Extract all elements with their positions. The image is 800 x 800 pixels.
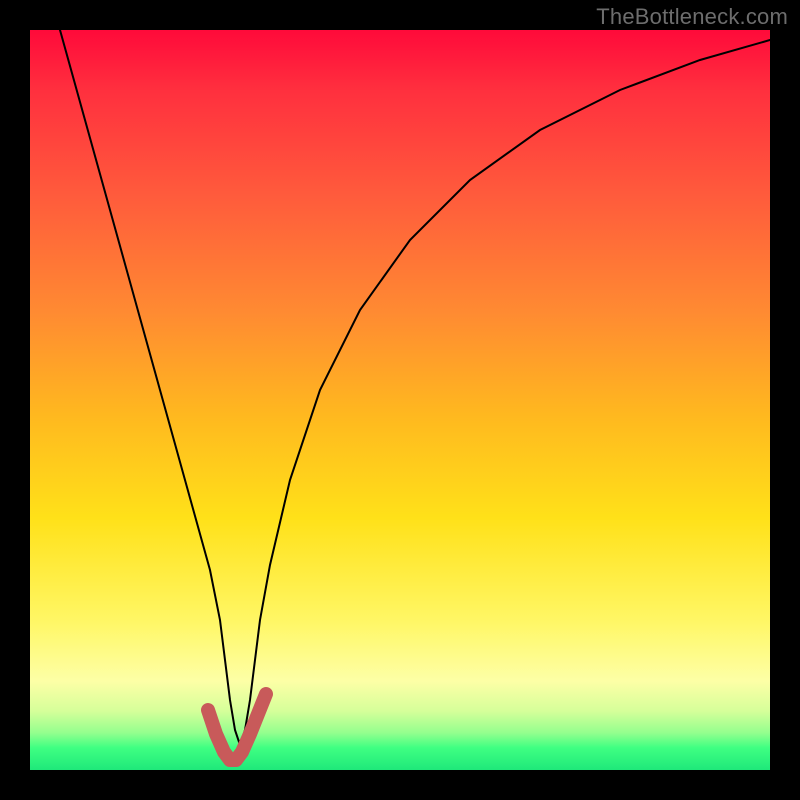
curve-layer	[30, 30, 770, 770]
highlight-band	[208, 694, 266, 760]
main-curve	[60, 30, 770, 745]
chart-frame: TheBottleneck.com	[0, 0, 800, 800]
attribution-text: TheBottleneck.com	[596, 4, 788, 30]
plot-area	[30, 30, 770, 770]
